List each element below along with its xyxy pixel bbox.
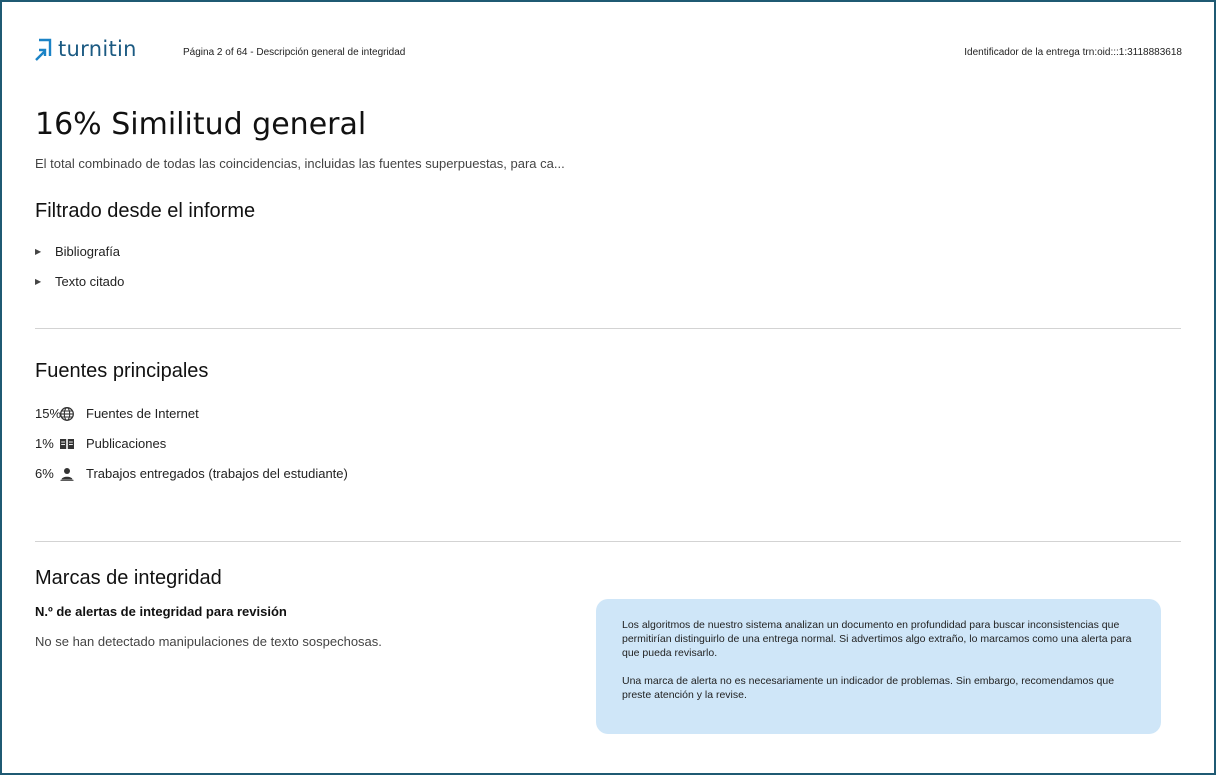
filter-item-label: Bibliografía bbox=[55, 244, 121, 259]
logo-text: turnitin bbox=[58, 37, 137, 61]
globe-icon bbox=[59, 406, 83, 422]
similarity-title: 16% Similitud general bbox=[35, 107, 367, 142]
sources-heading: Fuentes principales bbox=[35, 360, 209, 382]
filter-item-label: Texto citado bbox=[55, 274, 125, 289]
page-header: turnitin Página 2 of 64 - Descripción ge… bbox=[33, 37, 1182, 68]
source-label: Trabajos entregados (trabajos del estudi… bbox=[86, 466, 348, 481]
similarity-description: El total combinado de todas las coincide… bbox=[35, 156, 565, 171]
integrity-heading: Marcas de integridad bbox=[35, 567, 222, 589]
source-row-internet: 15% Fuentes de Internet bbox=[35, 406, 348, 436]
sources-list: 15% Fuentes de Internet 1% Publicaciones… bbox=[35, 406, 348, 496]
submission-id: Identificador de la entrega trn:oid:::1:… bbox=[964, 47, 1182, 58]
source-percent: 6% bbox=[35, 466, 54, 481]
source-label: Publicaciones bbox=[86, 436, 167, 451]
filter-item-quoted-text: ▶ Texto citado bbox=[35, 274, 124, 304]
filtered-heading: Filtrado desde el informe bbox=[35, 200, 256, 222]
source-row-student-papers: 6% Trabajos entregados (trabajos del est… bbox=[35, 466, 348, 496]
source-row-publications: 1% Publicaciones bbox=[35, 436, 348, 466]
source-label: Fuentes de Internet bbox=[86, 406, 199, 421]
no-manipulation-text: No se han detectado manipulaciones de te… bbox=[35, 634, 382, 649]
alerts-count-label: N.º de alertas de integridad para revisi… bbox=[35, 604, 287, 619]
info-paragraph: Una marca de alerta no es necesariamente… bbox=[622, 675, 1115, 701]
info-paragraph: Los algoritmos de nuestro sistema analiz… bbox=[622, 619, 1132, 659]
filter-item-bibliography: ▶ Bibliografía bbox=[35, 244, 124, 274]
user-icon bbox=[59, 466, 83, 482]
integrity-info-box: Los algoritmos de nuestro sistema analiz… bbox=[596, 599, 1161, 734]
triangle-right-icon: ▶ bbox=[35, 247, 42, 256]
divider bbox=[35, 328, 1181, 329]
source-percent: 15% bbox=[35, 406, 62, 421]
source-percent: 1% bbox=[35, 436, 54, 451]
book-icon bbox=[59, 436, 83, 452]
filtered-list: ▶ Bibliografía ▶ Texto citado bbox=[35, 244, 124, 304]
divider bbox=[35, 541, 1181, 542]
triangle-right-icon: ▶ bbox=[35, 277, 42, 286]
turnitin-logo: turnitin bbox=[33, 37, 137, 62]
page-info: Página 2 of 64 - Descripción general de … bbox=[183, 47, 406, 58]
turnitin-logo-icon bbox=[35, 38, 52, 61]
